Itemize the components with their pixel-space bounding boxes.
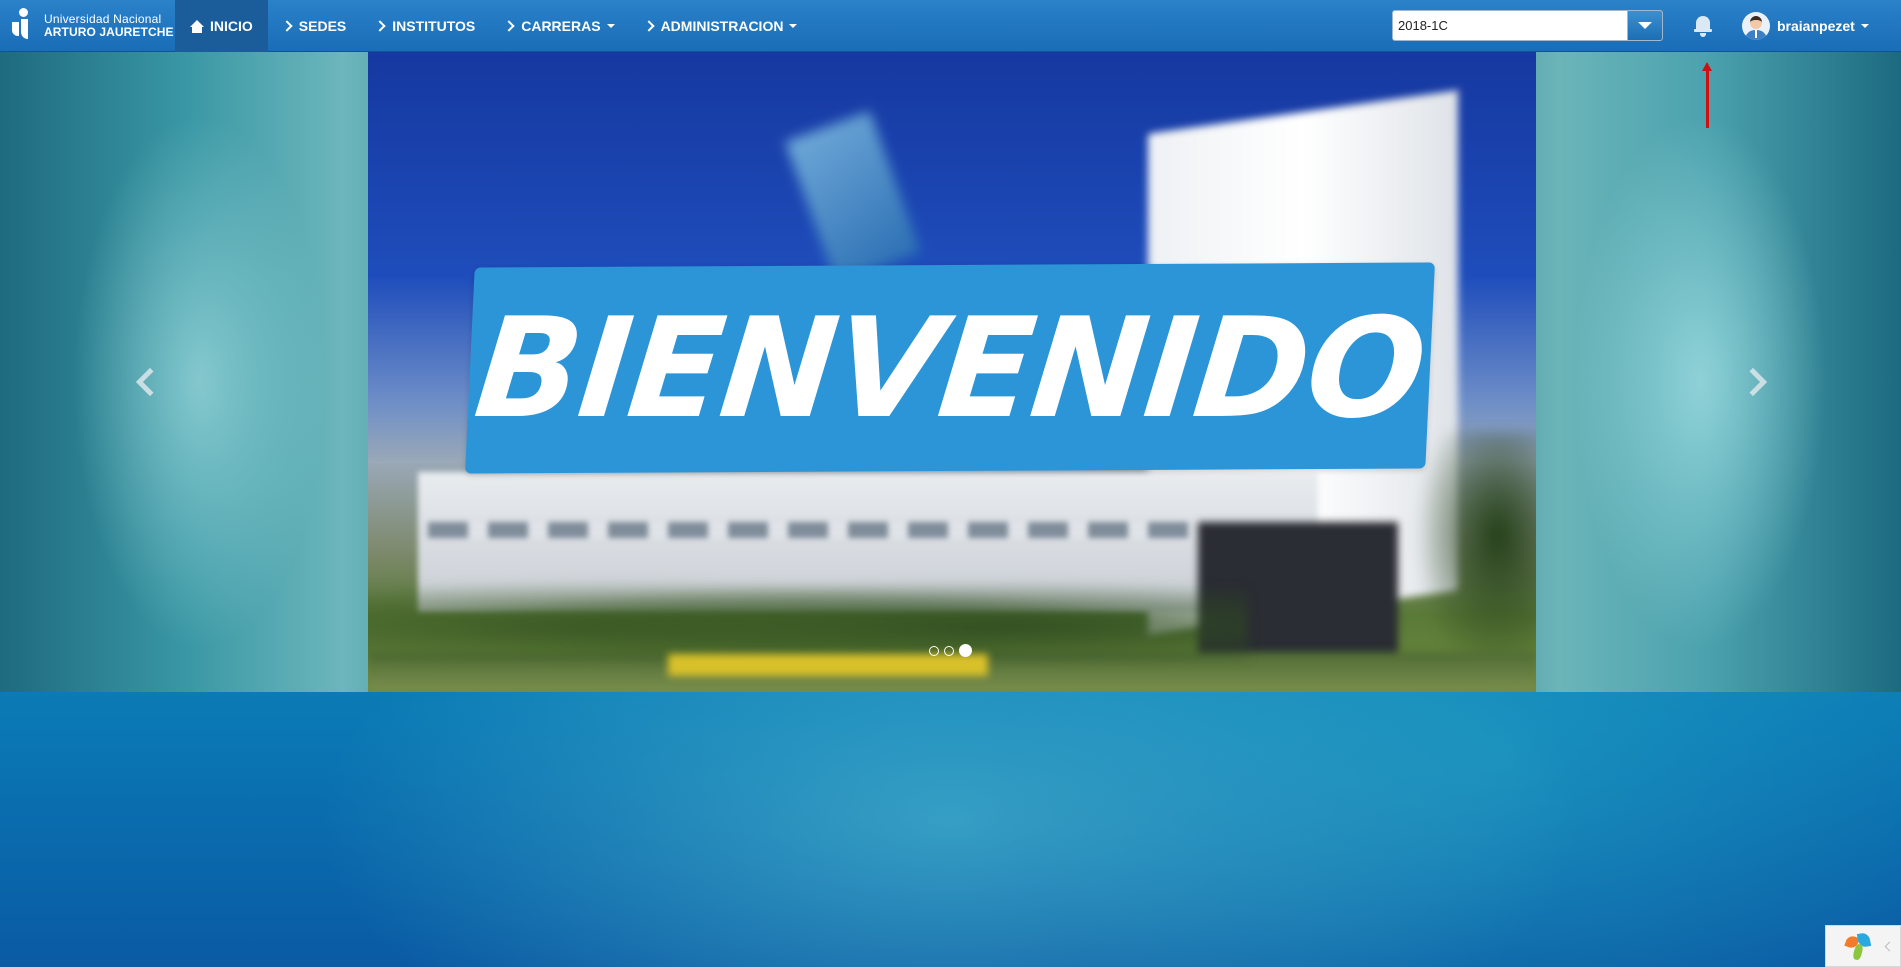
carousel-indicators	[929, 644, 977, 657]
caret-down-icon	[1638, 22, 1652, 29]
nav-item-label: ADMINISTRACION	[660, 18, 784, 34]
period-select[interactable]: 2018-1C	[1392, 10, 1663, 41]
yii-logo-icon	[1844, 930, 1876, 962]
nav-item-label: INICIO	[210, 18, 253, 34]
avatar	[1742, 12, 1770, 40]
brand-logo-link[interactable]: Universidad Nacional ARTURO JAURETCHE	[10, 0, 175, 52]
chevron-left-icon	[135, 367, 165, 397]
caret-down-icon	[606, 24, 615, 28]
carousel-indicator-2[interactable]	[944, 645, 954, 656]
period-select-value: 2018-1C	[1398, 18, 1448, 33]
nav-item-inicio[interactable]: INICIO	[175, 0, 268, 52]
nav-item-label: INSTITUTOS	[392, 18, 476, 34]
nav-item-sedes[interactable]: SEDES	[268, 0, 361, 52]
chevron-right-icon	[642, 20, 655, 32]
brand-line-2: ARTURO JAURETCHE	[44, 25, 174, 39]
welcome-carousel: BIENVENIDO	[0, 52, 1901, 692]
chevron-right-icon	[281, 20, 293, 32]
debug-toolbar-toggle[interactable]	[1825, 925, 1901, 967]
carousel-next-button[interactable]	[1737, 352, 1777, 412]
carousel-indicator-3[interactable]	[959, 644, 972, 657]
chevron-right-icon	[503, 20, 515, 32]
carousel-indicator-1[interactable]	[929, 645, 939, 656]
annotation-arrow-icon	[1701, 62, 1715, 128]
chevron-right-icon	[1738, 367, 1768, 397]
user-menu[interactable]: braianpezet	[1742, 0, 1869, 52]
bell-icon[interactable]	[1693, 14, 1713, 38]
caret-down-icon	[789, 24, 798, 28]
nav-item-label: SEDES	[298, 18, 347, 34]
welcome-banner-text: BIENVENIDO	[468, 287, 1432, 449]
chevron-right-icon	[374, 20, 386, 32]
home-icon	[190, 19, 204, 33]
nav-item-administracion[interactable]: ADMINISTRACION	[630, 0, 813, 52]
period-select-toggle[interactable]	[1627, 11, 1662, 40]
nav-item-carreras[interactable]: CARRERAS	[490, 0, 629, 52]
nav-item-label: CARRERAS	[521, 18, 601, 34]
nav-item-institutos[interactable]: INSTITUTOS	[361, 0, 490, 52]
caret-down-icon	[1860, 24, 1869, 28]
carousel-prev-button[interactable]	[126, 352, 166, 412]
top-navbar: Universidad Nacional ARTURO JAURETCHE IN…	[0, 0, 1901, 52]
university-logo-icon	[10, 8, 38, 44]
brand-text: Universidad Nacional ARTURO JAURETCHE	[44, 13, 174, 39]
user-name: braianpezet	[1777, 18, 1855, 34]
chevron-left-icon	[1884, 941, 1895, 951]
main-menu: INICIO SEDES INSTITUTOS CARRERAS ADMINIS…	[175, 0, 812, 52]
